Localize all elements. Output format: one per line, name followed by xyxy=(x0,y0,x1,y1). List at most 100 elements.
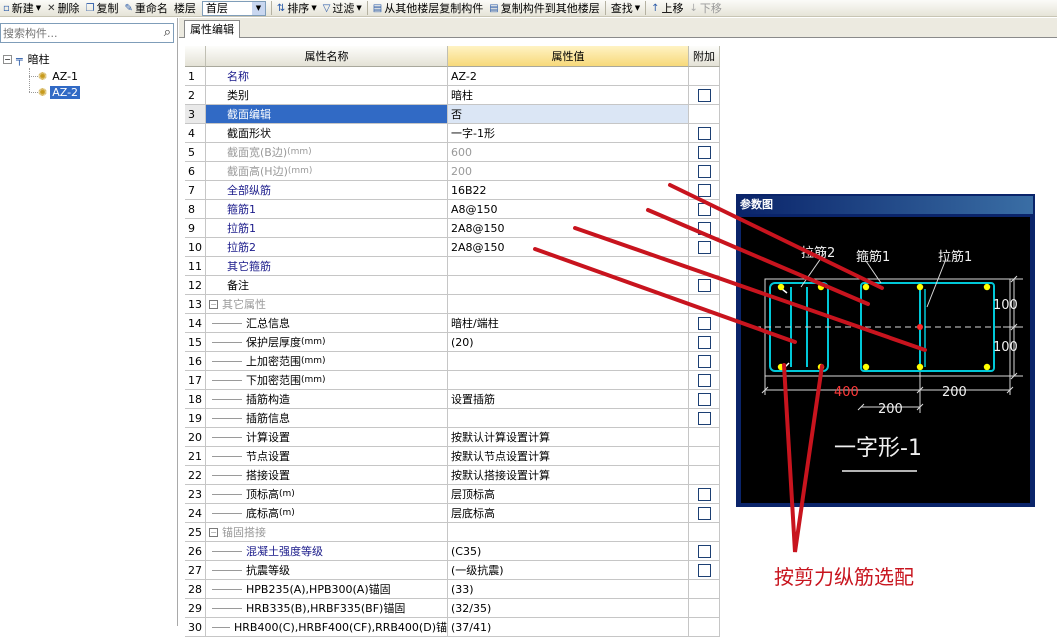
extra-checkbox[interactable] xyxy=(697,240,711,254)
property-row[interactable]: 4 截面形状 一字-1形 xyxy=(185,124,720,143)
property-value[interactable]: 按默认搭接设置计算 xyxy=(448,466,689,485)
property-row[interactable]: 22 搭接设置 按默认搭接设置计算 xyxy=(185,466,720,485)
rename-button[interactable]: ✎ 重命名 xyxy=(122,0,171,16)
property-value[interactable]: 一字-1形 xyxy=(448,124,689,143)
copy-button[interactable]: ❐ 复制 xyxy=(83,0,122,16)
collapse-icon[interactable]: − xyxy=(209,527,218,537)
tree-item[interactable]: ✺ AZ-2 xyxy=(38,84,81,100)
tab-property-edit[interactable]: 属性编辑 xyxy=(184,20,240,39)
property-value[interactable]: 否 xyxy=(448,105,689,124)
floor-select[interactable]: 首层 ▼ xyxy=(201,0,266,16)
move-down-button[interactable]: ↓ 下移 xyxy=(686,0,724,16)
property-row[interactable]: 5 截面宽(B边) (mm) 600 xyxy=(185,143,720,162)
extra-checkbox[interactable] xyxy=(697,316,711,330)
property-value[interactable]: (33) xyxy=(448,580,689,599)
extra-checkbox[interactable] xyxy=(697,126,711,140)
property-row[interactable]: 28 HPB235(A),HPB300(A)锚固 (33) xyxy=(185,580,720,599)
property-value[interactable]: 暗柱 xyxy=(448,86,689,105)
property-row[interactable]: 1 名称 AZ-2 xyxy=(185,67,720,86)
property-row[interactable]: 26 混凝土强度等级 (C35) xyxy=(185,542,720,561)
extra-checkbox[interactable] xyxy=(697,354,711,368)
property-value[interactable]: 16B22 xyxy=(448,181,689,200)
property-value[interactable]: (C35) xyxy=(448,542,689,561)
extra-checkbox[interactable] xyxy=(697,411,711,425)
new-button[interactable]: ▫ 新建 ▼ xyxy=(0,0,44,16)
copy-to-floor-button[interactable]: ▤ 复制构件到其他楼层 xyxy=(486,0,602,16)
property-value[interactable] xyxy=(448,257,689,276)
property-value[interactable]: 600 xyxy=(448,143,689,162)
property-row[interactable]: 29 HRB335(B),HRBF335(BF)锚固 (32/35) xyxy=(185,599,720,618)
copy-from-floor-button[interactable]: ▤ 从其他楼层复制构件 xyxy=(370,0,486,16)
property-value[interactable] xyxy=(448,295,689,314)
property-value[interactable] xyxy=(448,276,689,295)
property-value[interactable]: 200 xyxy=(448,162,689,181)
search-icon[interactable]: ⌕ xyxy=(164,25,171,40)
extra-checkbox[interactable] xyxy=(697,221,711,235)
property-value[interactable]: 设置插筋 xyxy=(448,390,689,409)
extra-checkbox[interactable] xyxy=(697,88,711,102)
property-row[interactable]: 24 底标高 (m) 层底标高 xyxy=(185,504,720,523)
property-row[interactable]: 14 汇总信息 暗柱/端柱 xyxy=(185,314,720,333)
find-button[interactable]: 查找 ▼ xyxy=(608,0,643,16)
property-value[interactable]: AZ-2 xyxy=(448,67,689,86)
property-row[interactable]: 27 抗震等级 (一级抗震) xyxy=(185,561,720,580)
extra-checkbox[interactable] xyxy=(697,145,711,159)
property-row[interactable]: 7 全部纵筋 16B22 xyxy=(185,181,720,200)
property-value[interactable]: 暗柱/端柱 xyxy=(448,314,689,333)
property-row[interactable]: 6 截面高(H边) (mm) 200 xyxy=(185,162,720,181)
property-row[interactable]: 12 备注 xyxy=(185,276,720,295)
tree-root[interactable]: − ╤ 暗柱 xyxy=(3,51,52,67)
extra-checkbox[interactable] xyxy=(697,164,711,178)
property-row[interactable]: 30 HRB400(C),HRBF400(CF),RRB400(D)锚 (37/41… xyxy=(185,618,720,637)
property-row[interactable]: 19 插筋信息 xyxy=(185,409,720,428)
property-value[interactable]: 层顶标高 xyxy=(448,485,689,504)
property-value[interactable] xyxy=(448,352,689,371)
collapse-icon[interactable]: − xyxy=(209,299,218,309)
delete-button[interactable]: ✕ 删除 xyxy=(44,0,82,16)
property-row[interactable]: 18 插筋构造 设置插筋 xyxy=(185,390,720,409)
property-value[interactable]: (37/41) xyxy=(448,618,689,637)
extra-checkbox[interactable] xyxy=(697,544,711,558)
sort-button[interactable]: ⇅ 排序 ▼ xyxy=(274,0,320,16)
collapse-icon[interactable]: − xyxy=(3,54,12,64)
extra-checkbox[interactable] xyxy=(697,506,711,520)
property-value[interactable]: 2A8@150 xyxy=(448,219,689,238)
extra-checkbox[interactable] xyxy=(697,183,711,197)
property-row[interactable]: 11 其它箍筋 xyxy=(185,257,720,276)
property-value[interactable]: (32/35) xyxy=(448,599,689,618)
property-value[interactable]: A8@150 xyxy=(448,200,689,219)
extra-checkbox[interactable] xyxy=(697,335,711,349)
extra-checkbox[interactable] xyxy=(697,563,711,577)
property-value[interactable] xyxy=(448,523,689,542)
property-row[interactable]: 16 上加密范围 (mm) xyxy=(185,352,720,371)
property-row[interactable]: 9 拉筋1 2A8@150 xyxy=(185,219,720,238)
filter-button[interactable]: ▽ 过滤 ▼ xyxy=(320,0,365,16)
search-input[interactable] xyxy=(1,25,151,41)
property-value[interactable]: 按默认计算设置计算 xyxy=(448,428,689,447)
property-value[interactable]: 2A8@150 xyxy=(448,238,689,257)
property-row[interactable]: 10 拉筋2 2A8@150 xyxy=(185,238,720,257)
property-row[interactable]: 25− 锚固搭接 xyxy=(185,523,720,542)
property-row[interactable]: 2 类别 暗柱 xyxy=(185,86,720,105)
property-row[interactable]: 3 截面编辑 否 xyxy=(185,105,720,124)
property-row[interactable]: 20 计算设置 按默认计算设置计算 xyxy=(185,428,720,447)
extra-checkbox[interactable] xyxy=(697,278,711,292)
property-value[interactable] xyxy=(448,371,689,390)
extra-checkbox[interactable] xyxy=(697,373,711,387)
extra-checkbox[interactable] xyxy=(697,392,711,406)
property-row[interactable]: 17 下加密范围 (mm) xyxy=(185,371,720,390)
extra-checkbox[interactable] xyxy=(697,487,711,501)
property-value[interactable]: 层底标高 xyxy=(448,504,689,523)
property-row[interactable]: 13− 其它属性 xyxy=(185,295,720,314)
tree-item[interactable]: ✺ AZ-1 xyxy=(38,68,80,84)
move-up-button[interactable]: ↑ 上移 xyxy=(648,0,686,16)
extra-checkbox[interactable] xyxy=(697,202,711,216)
property-row[interactable]: 15 保护层厚度 (mm) (20) xyxy=(185,333,720,352)
property-value[interactable]: 按默认节点设置计算 xyxy=(448,447,689,466)
property-value[interactable]: (一级抗震) xyxy=(448,561,689,580)
property-value[interactable]: (20) xyxy=(448,333,689,352)
property-row[interactable]: 8 箍筋1 A8@150 xyxy=(185,200,720,219)
property-row[interactable]: 21 节点设置 按默认节点设置计算 xyxy=(185,447,720,466)
property-row[interactable]: 23 顶标高 (m) 层顶标高 xyxy=(185,485,720,504)
property-value[interactable] xyxy=(448,409,689,428)
